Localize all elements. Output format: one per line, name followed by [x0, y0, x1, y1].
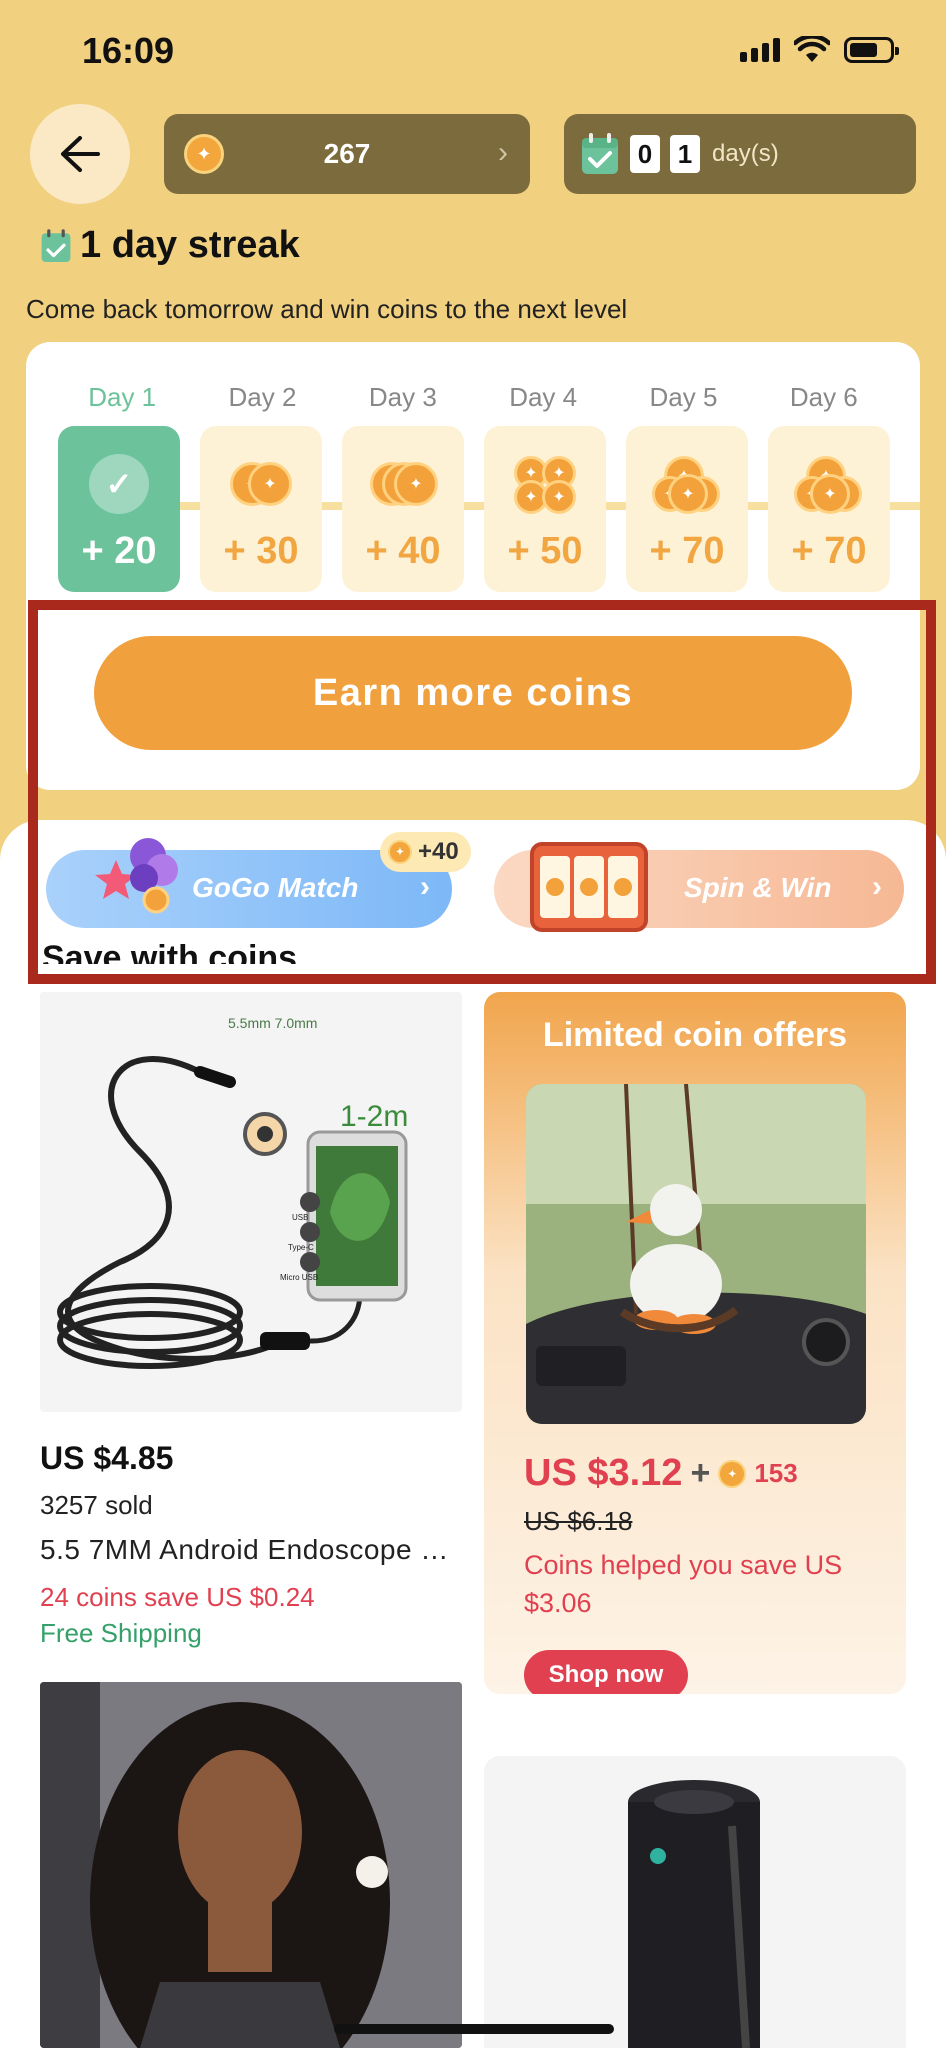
coins-icon: ✦ ✦✦ ✦ — [794, 456, 864, 514]
shop-now-button[interactable]: Shop now — [524, 1650, 688, 1694]
endoscope-illustration: 5.5mm 7.0mm 1-2m USB Type-C Micro USB — [57, 1015, 408, 1369]
wig-product-image[interactable] — [40, 1682, 462, 2048]
product-shipping: Free Shipping — [40, 1618, 202, 1648]
endoscope-product-image[interactable]: 5.5mm 7.0mm 1-2m USB Type-C Micro USB — [40, 992, 462, 1412]
coin-balance-button[interactable]: ✦ 267 › — [164, 114, 530, 194]
chevron-right-icon: › — [498, 136, 508, 169]
offer-price: US $3.12 — [524, 1452, 683, 1494]
streak-counter: 0 1 day(s) — [564, 114, 916, 194]
offer-coin-count: 153 — [754, 1458, 798, 1488]
day-reward-tile: ✦ ✦✦ ✦ + 70 — [768, 426, 890, 592]
back-button[interactable] — [30, 104, 130, 204]
streak-title: 1 day streak — [80, 224, 300, 266]
day-reward-tile: ✓ + 20 — [58, 426, 180, 592]
day-label: Day 3 — [368, 382, 437, 412]
day-label: Day 1 — [88, 382, 157, 412]
day-reward-tile: ✦ ✦ ✦ ✦ + 50 — [484, 426, 606, 592]
duck-ornament-image[interactable] — [526, 1084, 866, 1424]
day-reward-tile: ✦ ✦✦ ✦ + 70 — [626, 426, 748, 592]
speaker-product-image[interactable] — [484, 1756, 906, 2048]
usb-label: USB — [292, 1213, 308, 1222]
check-icon: ✓ — [89, 454, 149, 514]
battery-icon — [844, 37, 899, 63]
product-sold-count: 3257 sold — [40, 1490, 153, 1520]
signal-icon — [740, 38, 780, 62]
micro-usb-label: Micro USB — [280, 1273, 318, 1282]
offer-saving-text: Coins helped you save US $3.06 — [524, 1550, 843, 1618]
day-reward-amount: + 30 — [223, 530, 299, 572]
day-reward-tile: ✦✦ + 30 — [200, 426, 322, 592]
day-label: Day 5 — [649, 382, 718, 412]
speaker-illustration — [484, 1756, 906, 2048]
size-label: 5.5mm 7.0mm — [228, 1015, 317, 1031]
streak-digit: 1 — [670, 135, 700, 173]
wig-model-illustration — [40, 1682, 462, 2048]
coin-icon: ✦ — [718, 1459, 747, 1488]
streak-unit: day(s) — [712, 140, 779, 167]
day-label: Day 2 — [228, 382, 297, 412]
coin-balance: 267 — [323, 138, 371, 169]
day-reward-amount: + 40 — [365, 530, 441, 572]
highlight-box — [28, 600, 936, 984]
product-coin-saving: 24 coins save US $0.24 — [40, 1582, 315, 1612]
day-reward-amount: + 70 — [791, 530, 867, 572]
offer-plus: + — [690, 1454, 711, 1492]
day-reward-tile: ✦✦✦ + 40 — [342, 426, 464, 592]
typec-label: Type-C — [288, 1243, 314, 1252]
day-reward-amount: + 20 — [81, 530, 157, 572]
streak-heading: 1 day streak — [40, 224, 300, 267]
offer-price-row: US $3.12 + ✦ 153 — [524, 1452, 798, 1495]
status-time: 16:09 — [82, 30, 175, 71]
home-indicator — [334, 2024, 614, 2034]
day-reward-amount: + 50 — [507, 530, 583, 572]
day-reward-amount: + 70 — [649, 530, 725, 572]
product-title[interactable]: 5.5 7MM Android Endoscope Camera — [40, 1534, 460, 1566]
offer-title: Limited coin offers — [542, 1016, 848, 1054]
wifi-icon — [794, 36, 830, 62]
status-bar: 16:09 — [0, 0, 946, 100]
offer-original-price: US $6.18 — [524, 1506, 633, 1536]
streak-digit: 0 — [630, 135, 660, 173]
back-arrow-icon — [61, 136, 100, 172]
day-label: Day 4 — [509, 382, 578, 412]
coins-icon: ✦ ✦✦ ✦ — [652, 456, 722, 514]
limited-coin-offer-card[interactable]: Limited coin offers US $3.12 + ✦ 153 US … — [484, 992, 906, 1694]
coins-icon: ✦✦ — [226, 456, 296, 512]
streak-subtitle: Come back tomorrow and win coins to the … — [26, 294, 628, 324]
duck-swing-illustration — [526, 1084, 866, 1424]
product-price: US $4.85 — [40, 1440, 174, 1476]
calendar-check-icon — [41, 228, 71, 262]
calendar-check-icon — [582, 133, 618, 174]
status-icons — [740, 36, 899, 64]
coins-icon: ✦✦✦ — [368, 456, 438, 512]
coins-icon: ✦ ✦ ✦ ✦ — [510, 456, 580, 514]
day-label: Day 6 — [789, 382, 858, 412]
length-label: 1-2m — [340, 1100, 408, 1133]
